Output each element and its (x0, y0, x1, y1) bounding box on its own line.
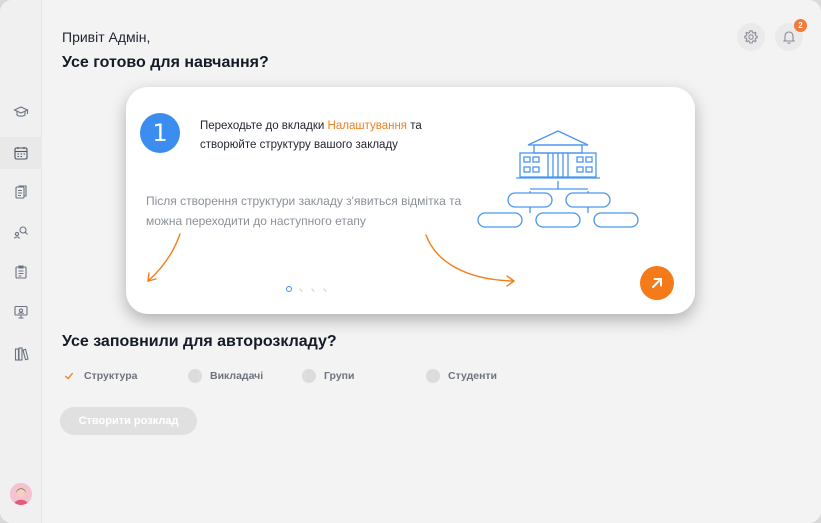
curved-arrow-left-icon (147, 233, 181, 282)
presentation-icon (14, 305, 28, 319)
institution-structure-illustration (477, 130, 639, 228)
greeting-text: Привіт Адмін, (62, 29, 151, 45)
curved-arrow-right-icon (425, 234, 515, 287)
step-instruction: Переходьте до вкладки Налаштування та ст… (200, 117, 480, 155)
gear-icon (744, 30, 758, 44)
books-icon (14, 347, 29, 361)
calendar-icon (14, 147, 28, 160)
unchecked-circle-icon (188, 369, 202, 383)
autoschedule-title: Усе заповнили для авторозкладу? (62, 333, 337, 350)
check-groups[interactable]: Групи (302, 366, 354, 386)
check-label: Групи (324, 370, 355, 382)
sidebar-item-education[interactable] (0, 96, 42, 128)
sidebar-item-library[interactable] (0, 338, 42, 370)
check-structure[interactable]: Структура (62, 366, 137, 386)
notification-badge: 2 (794, 19, 807, 32)
clipboard-icon (15, 265, 27, 279)
step-number-badge: 1 (140, 113, 180, 153)
unchecked-circle-icon (302, 369, 316, 383)
bell-icon (782, 31, 796, 44)
onboarding-card: 1 Переходьте до вкладки Налаштування та … (126, 87, 695, 314)
notifications-button[interactable]: 2 (775, 19, 807, 51)
settings-button[interactable] (737, 23, 765, 51)
check-teachers[interactable]: Викладачі (188, 366, 263, 386)
unchecked-circle-icon (426, 369, 440, 383)
carousel-dot-4[interactable] (323, 286, 329, 292)
sidebar-item-search-users[interactable] (0, 216, 42, 248)
checkmark-icon (62, 369, 76, 383)
arrow-up-right-icon (652, 278, 662, 288)
check-label: Викладачі (210, 370, 264, 382)
carousel-dots (286, 286, 329, 292)
carousel-dot-2[interactable] (299, 286, 305, 292)
check-label: Структура (84, 370, 138, 382)
next-step-button[interactable] (640, 266, 674, 300)
sidebar (0, 0, 42, 523)
documents-icon (15, 185, 27, 199)
carousel-dot-1[interactable] (286, 286, 292, 292)
sidebar-item-documents[interactable] (0, 176, 42, 208)
carousel-dot-3[interactable] (311, 286, 317, 292)
create-schedule-button[interactable]: Створити розклад (60, 407, 197, 435)
app-window: Привіт Адмін, Усе готово для навчання? 2… (0, 0, 821, 523)
settings-link[interactable]: Налаштування (328, 120, 407, 132)
user-search-icon (13, 226, 28, 239)
sidebar-item-presentations[interactable] (0, 296, 42, 328)
step-text-before: Переходьте до вкладки (200, 120, 328, 132)
avatar-icon (10, 483, 32, 505)
sidebar-item-schedule[interactable] (0, 137, 42, 169)
check-label: Студенти (448, 370, 498, 382)
page-title: Усе готово для навчання? (62, 54, 269, 71)
check-students[interactable]: Студенти (426, 366, 497, 386)
step-note: Після створення структури закладу з'явит… (146, 194, 462, 228)
user-avatar[interactable] (10, 483, 32, 505)
graduation-cap-icon (13, 106, 29, 117)
sidebar-item-reports[interactable] (0, 256, 42, 288)
